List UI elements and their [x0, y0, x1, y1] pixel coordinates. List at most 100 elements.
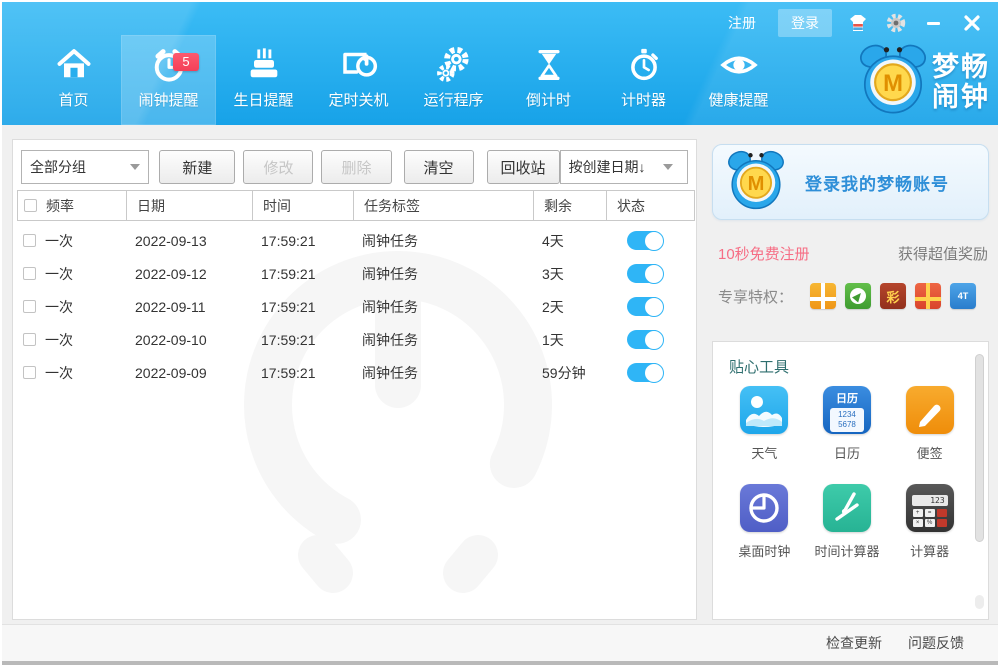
table-row[interactable]: 一次 2022-09-12 17:59:21 闹钟任务 3天: [17, 257, 695, 290]
alarm-toggle-on[interactable]: [627, 264, 663, 283]
window-bottom-edge: [2, 661, 998, 665]
app-window: 注册 登录 首页: [0, 0, 1000, 667]
chevron-down-icon: [663, 164, 673, 170]
header: 注册 登录 首页: [2, 2, 998, 125]
chevron-down-icon: [130, 164, 140, 170]
logo-text: 梦畅 闹钟: [932, 52, 990, 112]
row-checkbox[interactable]: [23, 366, 36, 379]
alarm-toggle-on[interactable]: [627, 363, 663, 382]
tool-time-calculator[interactable]: 时间计算器: [806, 484, 889, 560]
settings-gear-icon[interactable]: [884, 11, 908, 35]
recycle-bin-button[interactable]: 回收站: [487, 150, 560, 184]
lottery-icon[interactable]: 彩: [880, 283, 906, 309]
modify-button[interactable]: 修改: [243, 150, 313, 184]
table-row[interactable]: 一次 2022-09-13 17:59:21 闹钟任务 4天: [17, 224, 695, 257]
nav-item-birthday-reminder[interactable]: 生日提醒: [216, 35, 311, 125]
alarm-count-badge: 5: [173, 53, 199, 71]
weather-icon: [740, 386, 788, 434]
register-link[interactable]: 注册: [720, 9, 764, 37]
row-checkbox[interactable]: [23, 333, 36, 346]
tools-scrollbar: [975, 352, 984, 609]
calendar-icon: 日历 12345678: [823, 386, 871, 434]
tool-desktop-clock[interactable]: 桌面时钟: [723, 484, 806, 560]
delete-button[interactable]: 删除: [321, 150, 391, 184]
table-row[interactable]: 一次 2022-09-10 17:59:21 闹钟任务 1天: [17, 323, 695, 356]
header-frequency: 频率: [18, 191, 126, 220]
nav-item-run-program[interactable]: 运行程序: [406, 35, 501, 125]
gears-icon: [433, 43, 475, 87]
tool-calculator[interactable]: 123 += ×% 计算器: [888, 484, 971, 560]
feedback-link[interactable]: 问题反馈: [908, 633, 964, 653]
clear-button[interactable]: 清空: [404, 150, 474, 184]
nav-item-home[interactable]: 首页: [26, 35, 121, 125]
alarm-toggle-on[interactable]: [627, 297, 663, 316]
table-header: 频率 日期 时间 任务标签 剩余 状态: [17, 190, 695, 221]
nav-item-scheduled-shutdown[interactable]: 定时关机: [311, 35, 406, 125]
titlebar: 注册 登录: [720, 9, 984, 37]
privileges-label: 专享特权：: [718, 286, 793, 307]
login-account-label: 登录我的梦畅账号: [805, 170, 949, 195]
stopwatch-icon: [624, 43, 664, 87]
privileges-row: 专享特权： 彩 4T: [718, 283, 976, 309]
tools-title: 贴心工具: [729, 356, 789, 377]
calculator-icon: 123 += ×%: [906, 484, 954, 532]
home-icon: [54, 43, 94, 87]
new-button[interactable]: 新建: [159, 150, 235, 184]
free-register-link[interactable]: 10秒免费注册: [718, 243, 810, 264]
status-bar: 检查更新 问题反馈: [2, 624, 998, 661]
sort-dropdown[interactable]: 按创建日期↓: [560, 150, 688, 184]
alarm-toggle-on[interactable]: [627, 231, 663, 250]
svg-text:M: M: [883, 70, 903, 97]
skin-theme-icon[interactable]: [846, 11, 870, 35]
shutdown-icon: [338, 43, 380, 87]
select-all-checkbox[interactable]: [24, 199, 37, 212]
alarm-toggle-on[interactable]: [627, 330, 663, 349]
car-4t-icon[interactable]: 4T: [950, 283, 976, 309]
minimize-icon[interactable]: [922, 11, 946, 35]
group-filter-dropdown[interactable]: 全部分组: [21, 150, 149, 184]
birthday-cake-icon: [244, 43, 284, 87]
check-update-link[interactable]: 检查更新: [826, 633, 882, 653]
header-date: 日期: [126, 191, 252, 220]
logo-clock-icon: M: [723, 147, 789, 218]
tool-calendar[interactable]: 日历 12345678 日历: [806, 386, 889, 462]
header-status: 状态: [606, 191, 696, 220]
eye-icon: [717, 43, 761, 87]
svg-text:M: M: [748, 173, 765, 195]
rocket-icon[interactable]: [845, 283, 871, 309]
nav-item-health-reminder[interactable]: 健康提醒: [691, 35, 786, 125]
row-checkbox[interactable]: [23, 300, 36, 313]
table-body: 一次 2022-09-13 17:59:21 闹钟任务 4天 一次 2022-0…: [17, 224, 695, 389]
notes-pencil-icon: [906, 386, 954, 434]
nav-item-countdown[interactable]: 倒计时: [501, 35, 596, 125]
desktop-clock-icon: [740, 484, 788, 532]
promo-row: 10秒免费注册 获得超值奖励: [718, 243, 988, 264]
tool-weather[interactable]: 天气: [723, 386, 806, 462]
table-row[interactable]: 一次 2022-09-09 17:59:21 闹钟任务 59分钟: [17, 356, 695, 389]
login-link[interactable]: 登录: [778, 9, 832, 37]
gift-box-icon[interactable]: [810, 283, 836, 309]
app-logo: M 梦畅 闹钟: [854, 38, 990, 125]
account-login-button[interactable]: M 登录我的梦畅账号: [712, 144, 989, 220]
logo-clock-icon: M: [854, 38, 932, 125]
tools-panel: 贴心工具 天气 日历 12345678 日历: [712, 341, 989, 620]
tool-notes[interactable]: 便签: [888, 386, 971, 462]
tools-grid: 天气 日历 12345678 日历 便签: [723, 386, 971, 560]
hourglass-icon: [529, 43, 569, 87]
scrollbar-track-end: [975, 595, 984, 609]
table-row[interactable]: 一次 2022-09-11 17:59:21 闹钟任务 2天: [17, 290, 695, 323]
alarm-list-panel: 全部分组 新建 修改 删除 清空 回收站 按创建日期↓ 频率 日期: [12, 139, 697, 620]
row-checkbox[interactable]: [23, 267, 36, 280]
toolbar: 全部分组 新建 修改 删除 清空 回收站 按创建日期↓: [21, 150, 688, 184]
reward-link[interactable]: 获得超值奖励: [898, 243, 988, 264]
close-icon[interactable]: [960, 11, 984, 35]
red-gift-icon[interactable]: [915, 283, 941, 309]
nav-item-timer[interactable]: 计时器: [596, 35, 691, 125]
scrollbar-thumb[interactable]: [975, 354, 984, 542]
header-time: 时间: [252, 191, 353, 220]
header-remaining: 剩余: [533, 191, 606, 220]
main-nav: 首页 5 闹钟提醒 生日提醒 定时关机: [26, 35, 786, 125]
row-checkbox[interactable]: [23, 234, 36, 247]
nav-item-alarm-reminder[interactable]: 5 闹钟提醒: [121, 35, 216, 125]
content-area: 全部分组 新建 修改 删除 清空 回收站 按创建日期↓ 频率 日期: [2, 125, 998, 624]
